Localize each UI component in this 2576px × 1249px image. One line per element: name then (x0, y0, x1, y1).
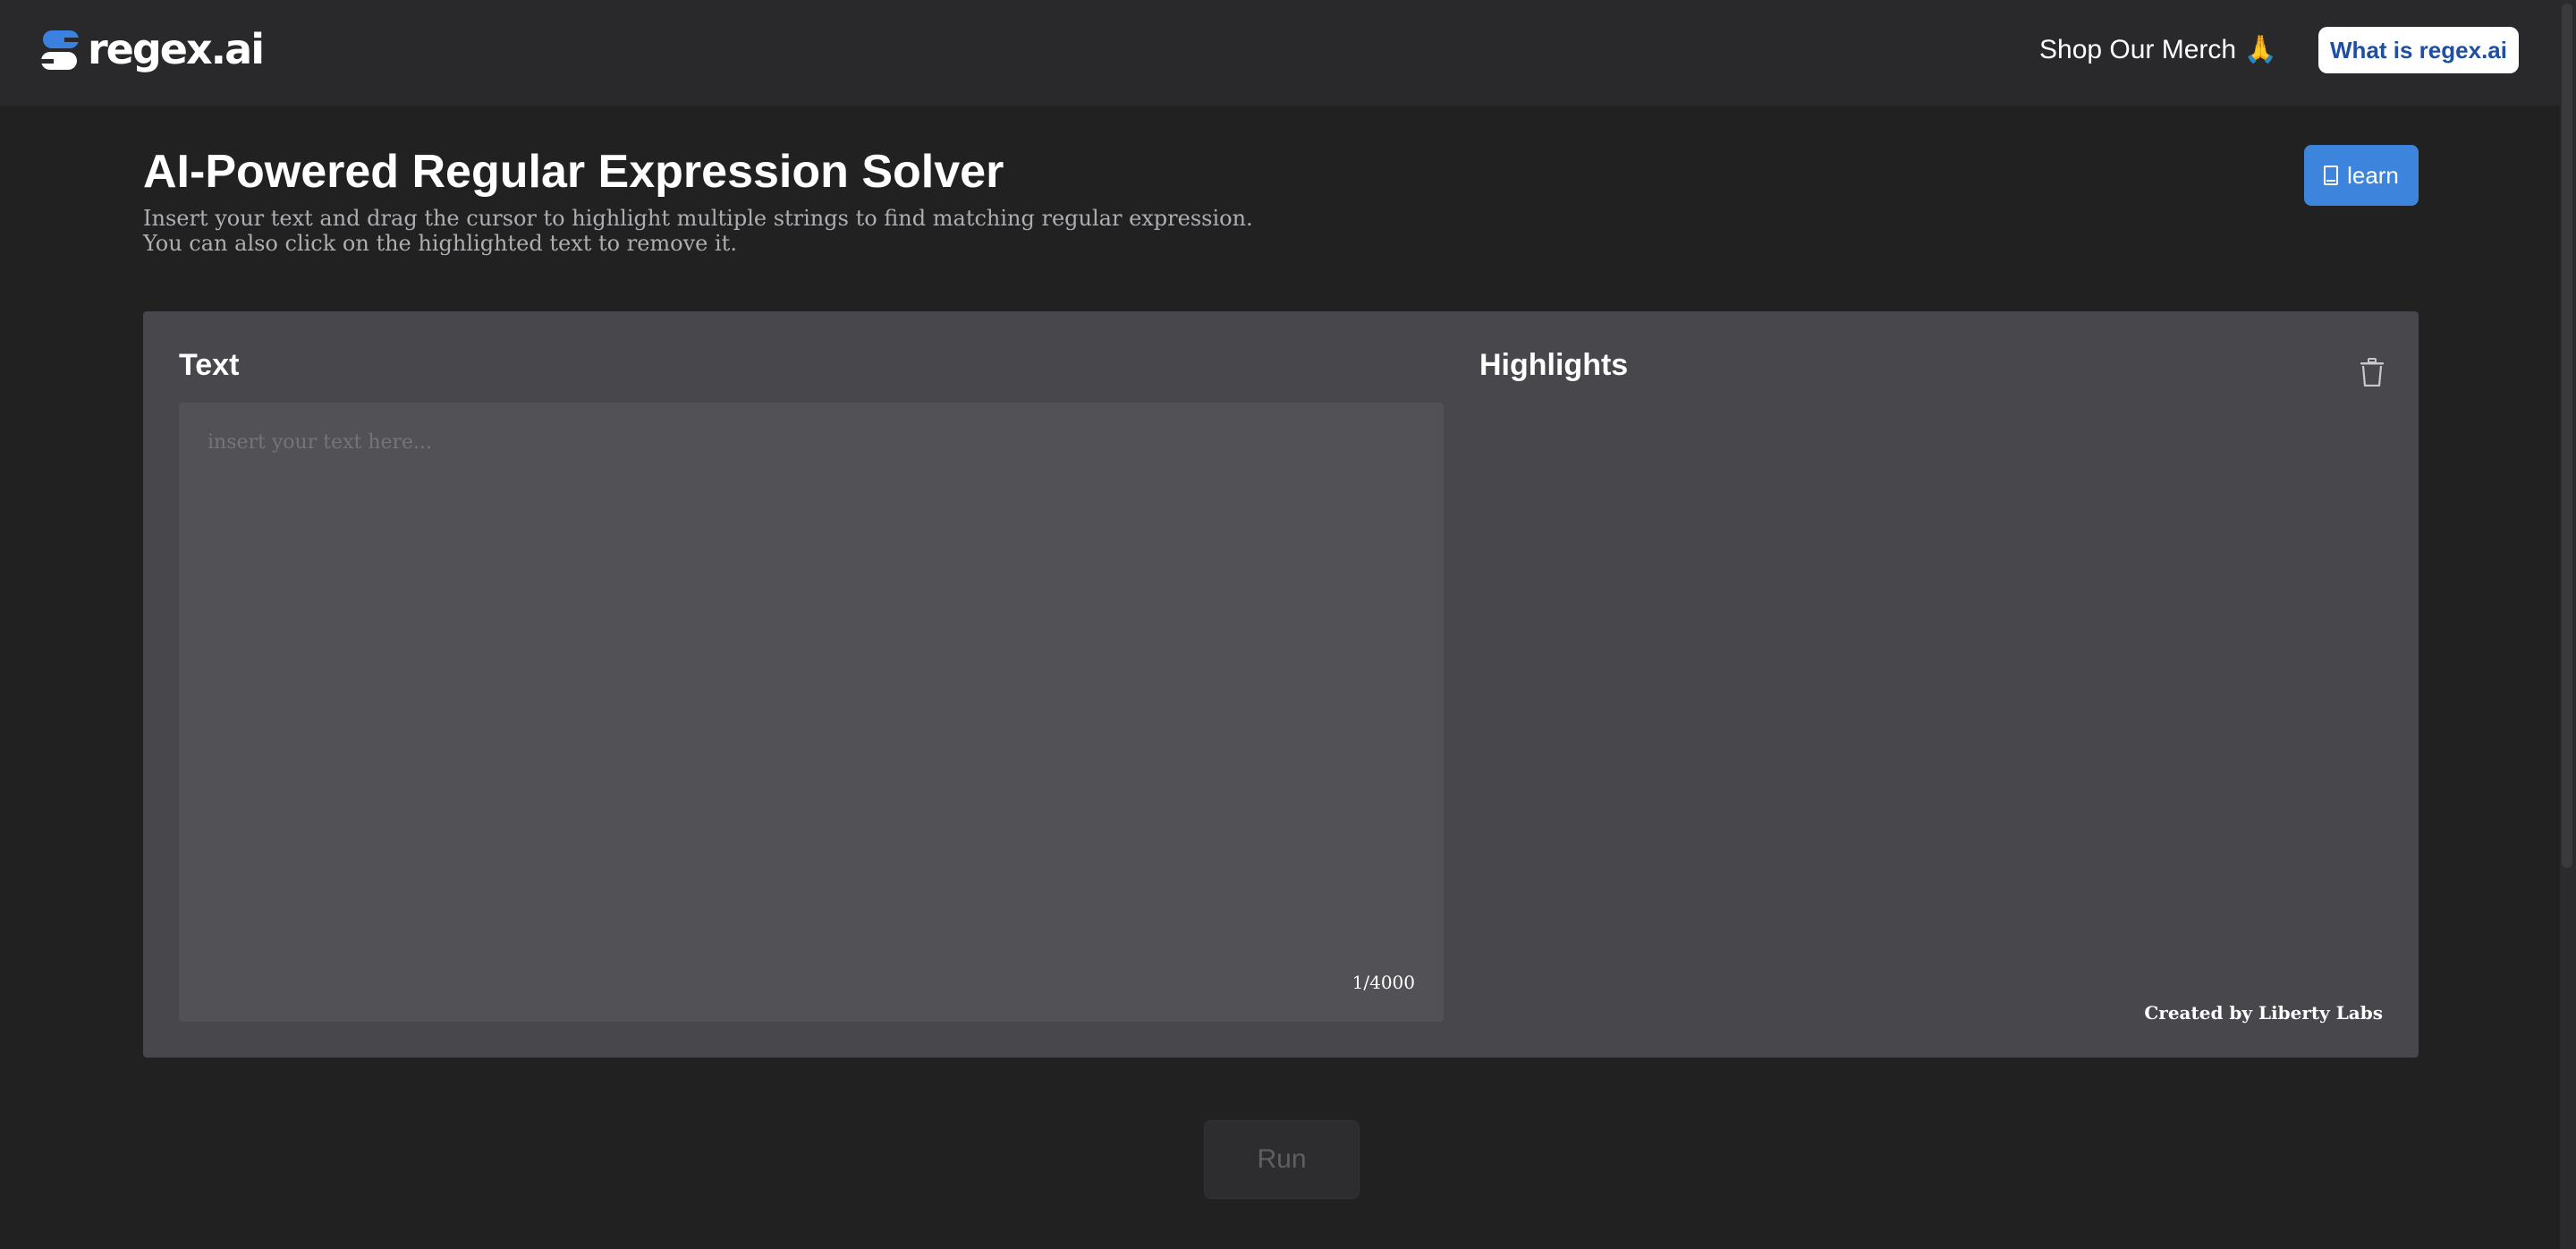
character-counter: 1/4000 (1352, 972, 1415, 993)
trash-icon[interactable] (2360, 358, 2385, 387)
what-is-regex-button[interactable]: What is regex.ai (2318, 27, 2519, 73)
page: regex.ai Shop Our Merch 🙏 What is regex.… (0, 0, 2576, 1249)
description-line-2: You can also click on the highlighted te… (143, 231, 737, 256)
text-heading: Text (179, 348, 240, 382)
text-input-area[interactable]: 1/4000 (179, 403, 1444, 1022)
learn-label: learn (2347, 161, 2399, 189)
scrollbar-thumb[interactable] (2562, 4, 2572, 868)
page-title: AI-Powered Regular Expression Solver (143, 146, 1004, 198)
shop-merch-label: Shop Our Merch (2039, 35, 2237, 64)
page-description: Insert your text and drag the cursor to … (143, 206, 1253, 256)
run-button[interactable]: Run (1204, 1120, 1360, 1199)
description-line-1: Insert your text and drag the cursor to … (143, 206, 1253, 231)
logo[interactable]: regex.ai (41, 25, 265, 73)
logo-text: regex.ai (88, 25, 265, 73)
shop-merch-link[interactable]: Shop Our Merch 🙏 (2039, 32, 2277, 68)
praying-hands-icon: 🙏 (2243, 35, 2277, 64)
learn-button[interactable]: learn (2304, 145, 2419, 206)
top-navbar: regex.ai Shop Our Merch 🙏 What is regex.… (0, 0, 2560, 106)
editor-panel: Text 1/4000 Highlights Created by Libert… (143, 311, 2419, 1058)
highlights-heading: Highlights (1479, 348, 1629, 382)
logo-icon (41, 28, 80, 71)
book-icon (2324, 166, 2339, 185)
text-input[interactable] (208, 428, 1406, 964)
created-by-credit[interactable]: Created by Liberty Labs (2144, 1002, 2383, 1024)
